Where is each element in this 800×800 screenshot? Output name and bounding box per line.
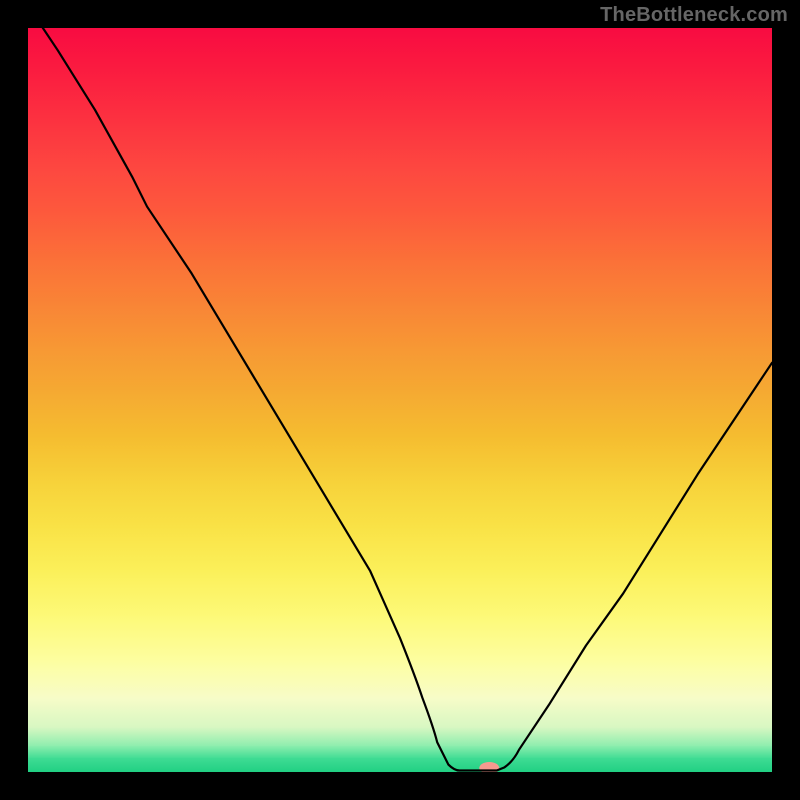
bg-band bbox=[28, 125, 772, 171]
bg-band bbox=[28, 698, 772, 729]
bg-band bbox=[28, 746, 772, 759]
bg-band bbox=[28, 80, 772, 126]
bg-band bbox=[28, 393, 772, 439]
bg-band bbox=[28, 660, 772, 698]
bg-band bbox=[28, 303, 772, 349]
root-frame: TheBottleneck.com bbox=[0, 0, 800, 800]
bg-band bbox=[28, 482, 772, 528]
chart-svg bbox=[28, 28, 772, 772]
bg-band bbox=[28, 727, 772, 747]
bg-band bbox=[28, 571, 772, 617]
bg-band bbox=[28, 28, 772, 81]
bg-band bbox=[28, 348, 772, 394]
bg-band bbox=[28, 758, 772, 772]
bg-band bbox=[28, 437, 772, 483]
bg-band bbox=[28, 259, 772, 305]
chart-plot bbox=[28, 28, 772, 772]
bg-band bbox=[28, 214, 772, 260]
watermark-text: TheBottleneck.com bbox=[600, 4, 788, 27]
